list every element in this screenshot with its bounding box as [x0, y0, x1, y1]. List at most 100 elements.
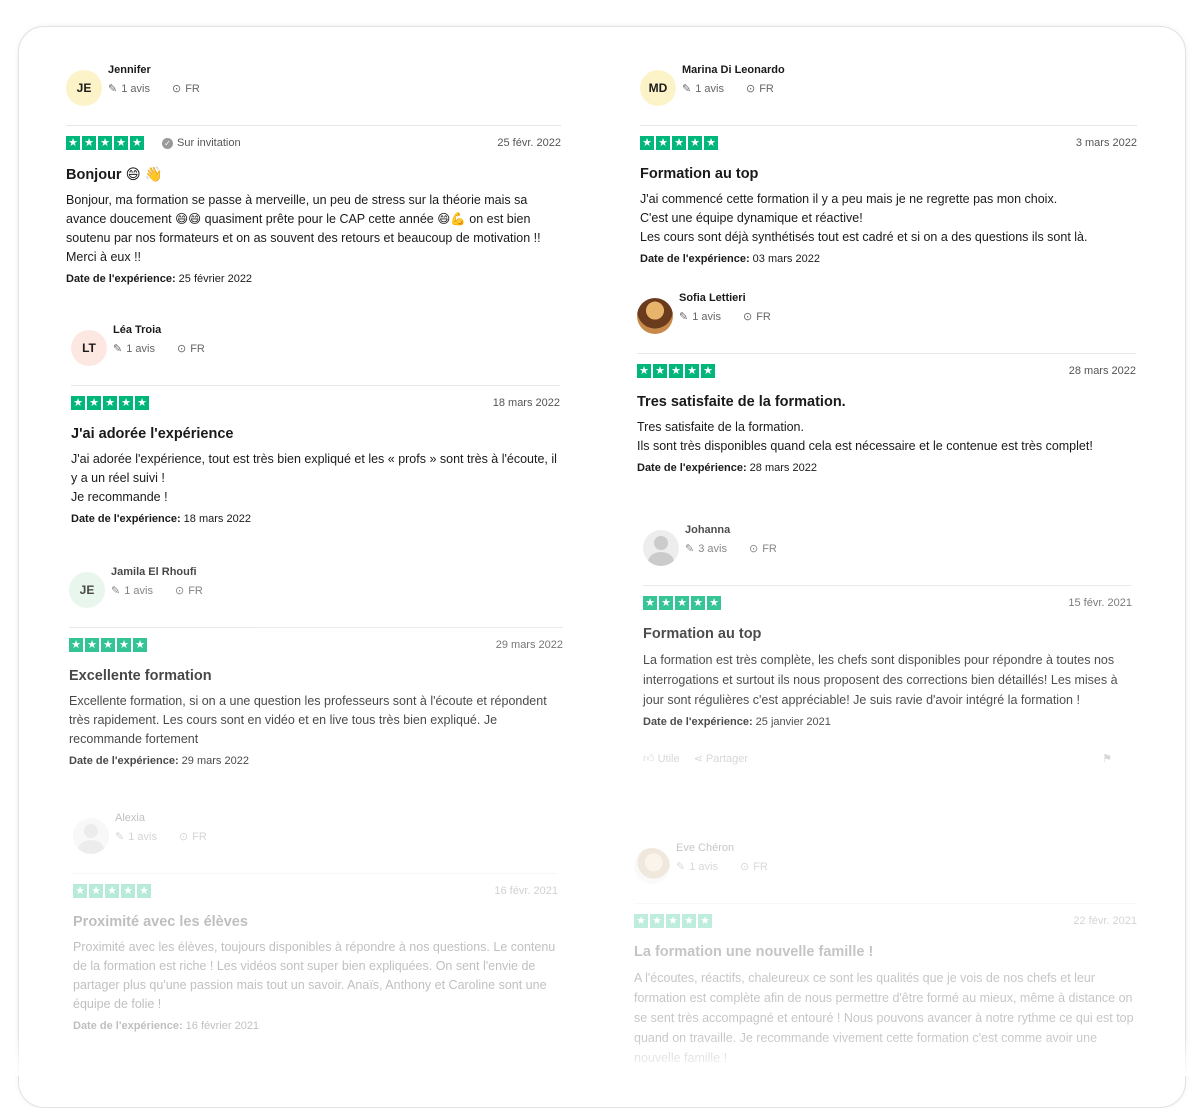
reviewer-name[interactable]: Johanna [685, 524, 730, 536]
review-date: 28 mars 2022 [1068, 365, 1136, 377]
star-icon: ★ [634, 914, 648, 928]
reviewer-name[interactable]: Eve Chéron [676, 842, 734, 854]
location-pin-icon: ⊙ [178, 831, 189, 843]
divider [637, 353, 1136, 354]
star-icon: ★ [130, 136, 144, 150]
star-icon: ★ [669, 364, 683, 378]
review-card: LT Léa Troia ✎ 1 avis ⊙ FR ★ ★ ★ ★ ★ 18 mars… [71, 324, 560, 525]
reviewer-name[interactable]: Alexia [115, 812, 145, 824]
star-rating: ★ ★ ★ ★ ★ [73, 884, 151, 898]
avatar: JE [66, 70, 102, 106]
star-icon: ★ [688, 136, 702, 150]
review-count: 1 avis [121, 82, 150, 95]
review-body: Proximité avec les élèves, toujours disp… [73, 940, 556, 1011]
location-pin-icon: ⊙ [748, 543, 759, 555]
review-date: 15 févr. 2021 [1068, 597, 1132, 609]
star-icon: ★ [73, 884, 87, 898]
experience-date: Date de l'expérience: 25 février 2022 [66, 273, 561, 285]
useful-button[interactable]: 👍︎ Utile [643, 752, 680, 770]
avatar: JE [69, 572, 105, 608]
star-icon: ★ [637, 364, 651, 378]
review-date: 22 févr. 2021 [1073, 915, 1137, 927]
pencil-icon: ✎ [108, 83, 118, 95]
divider [643, 585, 1132, 586]
review-body: J'ai commencé cette formation il y a peu… [640, 192, 1088, 244]
divider [71, 385, 560, 386]
location-pin-icon: ⊙ [176, 343, 187, 355]
star-icon: ★ [103, 396, 117, 410]
review-count: 1 avis [126, 342, 155, 355]
experience-value: 25 janvier 2021 [755, 716, 831, 728]
star-icon: ★ [89, 884, 103, 898]
star-icon: ★ [643, 596, 657, 610]
country: FR [188, 584, 203, 597]
star-rating: ★ ★ ★ ★ ★ [640, 136, 718, 150]
star-rating: ★ ★ ★ ★ ★ [637, 364, 715, 378]
share-label: Partager [705, 753, 749, 765]
experience-label: Date de l'expérience: [73, 1020, 183, 1032]
star-rating: ★ ★ ★ ★ ★ [69, 638, 147, 652]
star-icon: ★ [133, 638, 147, 652]
review-card: MD Marina Di Leonardo ✎ 1 avis ⊙ FR ★ ★ ★ ★… [640, 64, 1137, 265]
review-title[interactable]: Formation au top [643, 626, 1132, 642]
review-title[interactable]: Formation au top [640, 166, 1137, 182]
reviewer-meta: ✎ 1 avis ⊙ FR [676, 860, 768, 874]
pencil-icon: ✎ [676, 861, 686, 873]
thumbs-up-icon: 👍︎ [643, 753, 655, 765]
reviewer-name[interactable]: Marina Di Leonardo [682, 64, 785, 76]
star-icon: ★ [675, 596, 689, 610]
review-count: 3 avis [698, 542, 727, 555]
experience-date: Date de l'expérience: 18 mars 2022 [71, 513, 560, 525]
review-title[interactable]: J'ai adorée l'expérience [71, 426, 560, 442]
location-pin-icon: ⊙ [174, 585, 185, 597]
country: FR [759, 82, 774, 95]
star-icon: ★ [98, 136, 112, 150]
review-title[interactable]: Proximité avec les élèves [73, 914, 558, 930]
experience-value: 28 mars 2022 [749, 462, 817, 474]
flag-icon[interactable]: ⚑ [1102, 752, 1112, 765]
reviewer-name[interactable]: Jamila El Rhoufi [111, 566, 197, 578]
review-count: 1 avis [128, 830, 157, 843]
star-icon: ★ [135, 396, 149, 410]
location-pin-icon: ⊙ [745, 83, 756, 95]
star-icon: ★ [119, 396, 133, 410]
experience-value: 16 février 2021 [185, 1020, 260, 1032]
reviewer-name[interactable]: Jennifer [108, 64, 151, 76]
reviewer-meta: ✎ 1 avis ⊙ FR [682, 82, 774, 96]
review-date: 3 mars 2022 [1075, 137, 1137, 149]
review-title[interactable]: Bonjour 😄 👋 [66, 166, 561, 183]
reviewer-name[interactable]: Sofia Lettieri [679, 292, 746, 304]
share-button[interactable]: ⋖ Partager [694, 752, 748, 770]
review-count: 1 avis [689, 860, 718, 873]
review-title[interactable]: Tres satisfaite de la formation. [637, 394, 1136, 410]
star-rating: ★ ★ ★ ★ ★ [643, 596, 721, 610]
review-body: Tres satisfaite de la formation. Ils son… [637, 420, 1093, 453]
pencil-icon: ✎ [682, 83, 692, 95]
star-rating: ★ ★ ★ ★ ★ [66, 136, 144, 150]
review-actions: 👍︎ Utile ⋖ Partager ⚑ [643, 752, 1132, 770]
star-icon: ★ [666, 914, 680, 928]
star-icon: ★ [117, 638, 131, 652]
experience-label: Date de l'expérience: [643, 716, 753, 728]
useful-label: Utile [657, 753, 680, 765]
review-title[interactable]: La formation une nouvelle famille ! [634, 944, 1137, 960]
star-icon: ★ [653, 364, 667, 378]
country: FR [192, 830, 207, 843]
reviewer-name[interactable]: Léa Troia [113, 324, 161, 336]
reviewer-meta: ✎ 3 avis ⊙ FR [685, 542, 777, 556]
review-title[interactable]: Excellente formation [69, 668, 563, 684]
pencil-icon: ✎ [679, 311, 689, 323]
review-date: 29 mars 2022 [495, 639, 563, 651]
star-icon: ★ [701, 364, 715, 378]
experience-date: Date de l'expérience: 16 février 2021 [73, 1020, 558, 1032]
star-icon: ★ [69, 638, 83, 652]
check-circle-icon: ✓ [162, 137, 173, 149]
avatar [634, 848, 670, 884]
star-icon: ★ [85, 638, 99, 652]
star-icon: ★ [672, 136, 686, 150]
invitation-badge[interactable]: ✓ Sur invitation [162, 137, 241, 149]
experience-label: Date de l'expérience: [71, 513, 181, 525]
review-body: Bonjour, ma formation se passe à merveil… [66, 193, 541, 264]
experience-value: 25 février 2022 [178, 273, 253, 285]
pencil-icon: ✎ [113, 343, 123, 355]
